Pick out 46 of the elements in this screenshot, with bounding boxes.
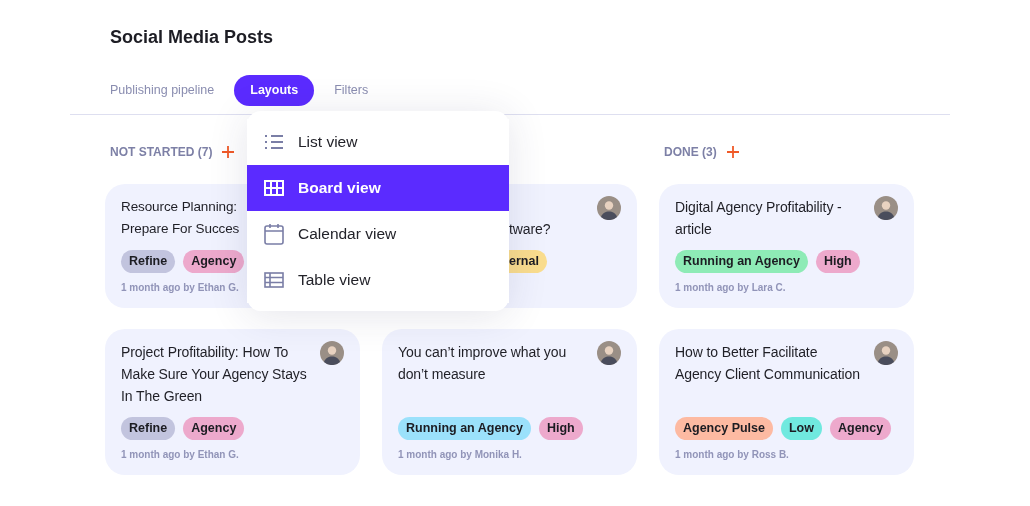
- column-header: DONE (3): [664, 145, 717, 159]
- card-title: Project Profitability: How To Make Sure Your Agency Stays In The Green: [121, 343, 308, 406]
- tag: Refine: [121, 417, 176, 440]
- tag: High: [538, 417, 583, 440]
- table-icon: [264, 272, 284, 288]
- column-header: NOT STARTED (7): [110, 145, 213, 159]
- plus-icon[interactable]: [726, 146, 739, 158]
- post-card[interactable]: You can’t improve what you don’t measure Running an Agency High 1 month ago by Monika H.: [382, 329, 637, 475]
- tag: Agency: [183, 250, 245, 273]
- avatar-icon: [597, 341, 621, 365]
- card-title: You can’t improve what you don’t measure: [398, 343, 568, 384]
- card-meta: 1 month ago by Ethan G.: [121, 282, 239, 293]
- tab[interactable]: Layouts: [234, 74, 315, 106]
- avatar-icon: [874, 196, 898, 220]
- card-title: Digital Agency Profitability - article: [675, 198, 843, 239]
- card-title: tware?: [508, 220, 551, 239]
- tag: Agency: [183, 417, 245, 440]
- menu-item[interactable]: Board view: [247, 165, 509, 211]
- post-card[interactable]: Digital Agency Profitability - article Running an Agency High 1 month ago by Lara C.: [659, 184, 914, 308]
- post-card[interactable]: How to Better Facilitate Agency Client Communication Agency Pulse Low Agency 1 month ago by Ross B.: [659, 329, 914, 475]
- tag: Agency: [830, 417, 892, 440]
- avatar-icon: [874, 341, 898, 365]
- plus-icon[interactable]: [222, 146, 235, 158]
- card-meta: 1 month ago by Ethan G.: [121, 449, 239, 460]
- calendar-icon: [264, 223, 284, 245]
- grid-icon: [264, 180, 284, 196]
- tag: ernal: [509, 250, 547, 273]
- menu-item[interactable]: Table view: [247, 257, 509, 303]
- tag: High: [815, 250, 860, 273]
- tag: Low: [781, 417, 822, 440]
- card-title: How to Better Facilitate Agency Client Communication: [675, 343, 861, 384]
- menu-item[interactable]: Calendar view: [247, 211, 509, 257]
- card-meta: 1 month ago by Lara C.: [675, 282, 786, 293]
- menu-item[interactable]: List view: [247, 119, 509, 165]
- tag: Running an Agency: [398, 417, 531, 440]
- avatar-icon: [320, 341, 344, 365]
- avatar-icon: [597, 196, 621, 220]
- page-title: Social Media Posts: [110, 26, 275, 48]
- tag: Running an Agency: [675, 250, 808, 273]
- tag: Agency Pulse: [675, 417, 773, 440]
- post-card[interactable]: Project Profitability: How To Make Sure Your Agency Stays In The Green Refine Agency 1 month ago by Ethan G.: [105, 329, 360, 475]
- card-meta: 1 month ago by Ross B.: [675, 449, 789, 460]
- tag: Refine: [121, 250, 176, 273]
- card-meta: 1 month ago by Monika H.: [398, 449, 522, 460]
- list-icon: [264, 134, 284, 150]
- card-title: Resource Planning: Prepare For Succes: [121, 198, 241, 238]
